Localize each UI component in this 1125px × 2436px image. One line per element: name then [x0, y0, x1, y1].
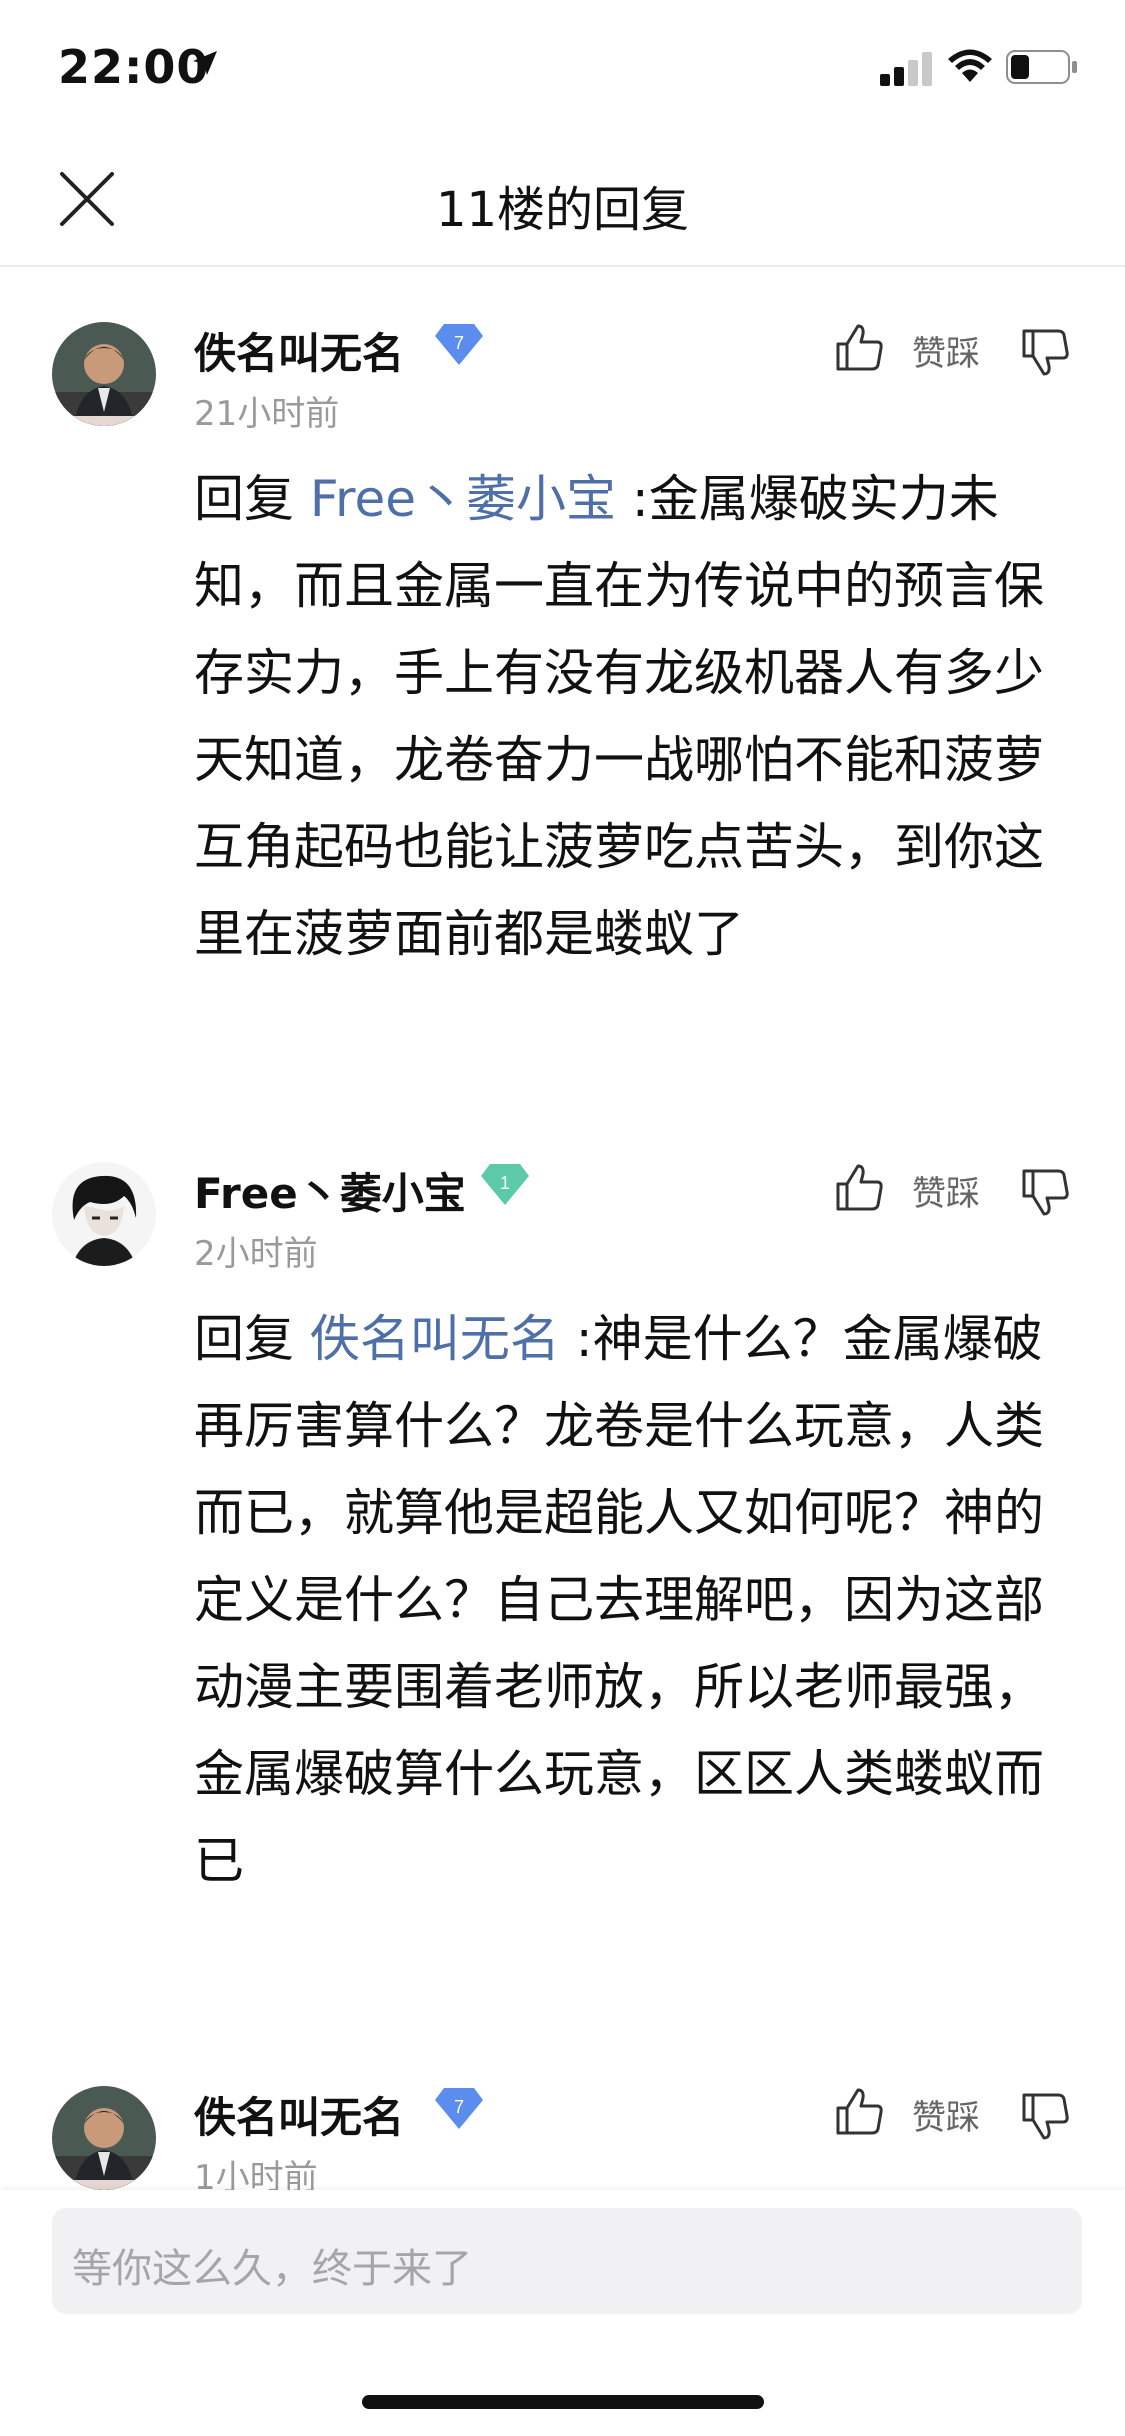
reply-placeholder: 等你这么久，终于来了 — [72, 2246, 472, 2292]
status-time: 22:00 — [58, 40, 210, 94]
level-badge-icon: 7 — [435, 2088, 483, 2129]
thumbs-down-icon[interactable] — [1020, 326, 1072, 378]
username[interactable]: Free丶萎小宝 — [194, 1160, 466, 1221]
comment-text: 回复 佚名叫无名 :神是什么？金属爆破再厉害算什么？龙卷是什么玩意，人类而已，就… — [194, 1310, 1044, 1890]
timestamp: 2小时前 — [194, 1234, 318, 1274]
thumbs-down-icon[interactable] — [1020, 1166, 1072, 1218]
signal-icon — [880, 52, 932, 86]
svg-text:7: 7 — [454, 2097, 464, 2117]
timestamp: 21小时前 — [194, 394, 340, 434]
svg-text:7: 7 — [454, 333, 464, 353]
wifi-icon — [948, 49, 992, 82]
mention-link[interactable]: Free丶萎小宝 — [310, 470, 616, 528]
battery-icon — [1006, 50, 1077, 84]
thumbs-down-icon[interactable] — [1020, 2090, 1072, 2142]
mention-link[interactable]: 佚名叫无名 — [310, 1310, 560, 1368]
level-badge-icon: 7 — [435, 324, 483, 365]
thumbs-up-icon[interactable] — [834, 322, 886, 374]
username[interactable]: 佚名叫无名 — [194, 320, 404, 381]
reply-input[interactable]: 等你这么久，终于来了 — [52, 2208, 1082, 2314]
thumbs-up-icon[interactable] — [834, 1162, 886, 1214]
comment-text: 回复 Free丶萎小宝 :金属爆破实力未知，而且金属一直在为传说中的预言保存实力… — [194, 470, 1044, 963]
avatar[interactable] — [52, 1162, 156, 1266]
level-badge-icon: 1 — [481, 1164, 529, 1205]
like-dislike-label[interactable]: 赞踩 — [912, 2090, 980, 2139]
avatar[interactable] — [52, 2086, 156, 2190]
like-dislike-label[interactable]: 赞踩 — [912, 1166, 980, 1215]
username[interactable]: 佚名叫无名 — [194, 2084, 404, 2145]
home-indicator[interactable] — [362, 2395, 764, 2409]
page-title: 11楼的回复 — [435, 182, 690, 238]
like-dislike-label[interactable]: 赞踩 — [912, 326, 980, 375]
avatar[interactable] — [52, 322, 156, 426]
location-arrow-icon — [193, 51, 217, 75]
thumbs-up-icon[interactable] — [834, 2086, 886, 2138]
svg-text:1: 1 — [500, 1173, 510, 1193]
status-bar: 22:00 — [0, 0, 1125, 140]
